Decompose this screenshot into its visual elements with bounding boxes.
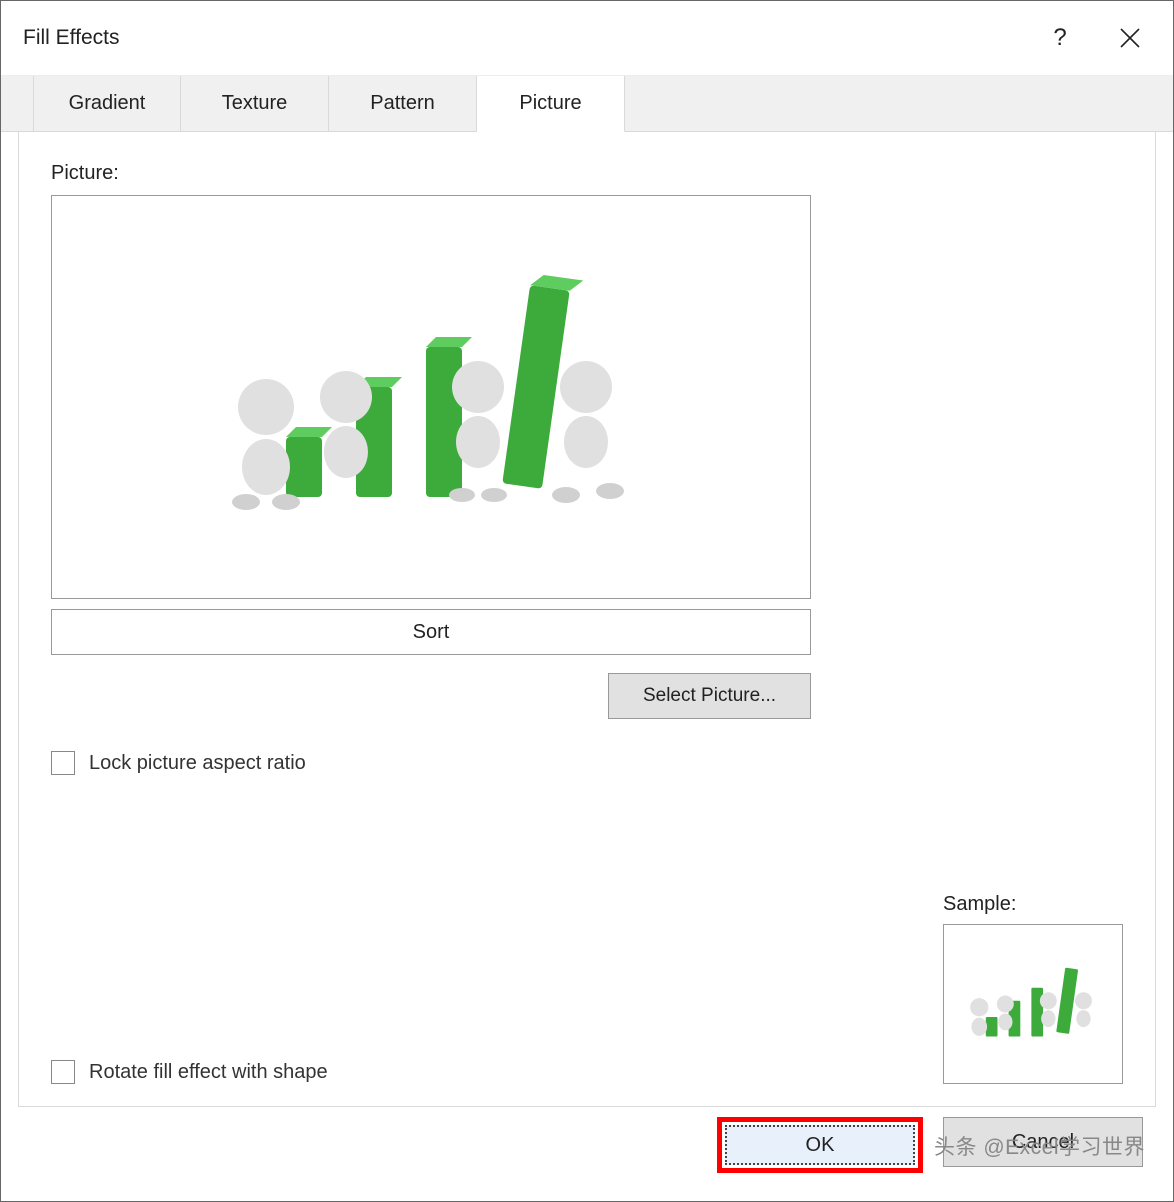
dialog-title: Fill Effects [23,26,1025,50]
picture-preview [51,195,811,599]
preview-image-icon [216,267,646,527]
titlebar: Fill Effects ? [1,1,1173,75]
picture-label: Picture: [51,162,1123,185]
select-picture-button[interactable]: Select Picture... [608,673,811,719]
rotate-label: Rotate fill effect with shape [89,1061,328,1084]
picture-panel: Picture: [18,132,1156,1107]
sample-area: Sample: [943,893,1123,1084]
sort-button[interactable]: Sort [51,609,811,655]
rotate-checkbox-row[interactable]: Rotate fill effect with shape [51,1060,328,1084]
tab-pattern[interactable]: Pattern [329,76,477,131]
tab-picture[interactable]: Picture [477,76,625,132]
tab-gradient[interactable]: Gradient [33,76,181,131]
lock-aspect-checkbox[interactable] [51,751,75,775]
cancel-button[interactable]: Cancel [943,1117,1143,1167]
lock-aspect-label: Lock picture aspect ratio [89,752,306,775]
help-button[interactable]: ? [1025,8,1095,68]
tab-texture[interactable]: Texture [181,76,329,131]
tab-row: Gradient Texture Pattern Picture [1,75,1173,132]
dialog-buttons: OK Cancel [717,1117,1143,1173]
sample-label: Sample: [943,893,1123,916]
close-button[interactable] [1095,8,1165,68]
lock-aspect-checkbox-row[interactable]: Lock picture aspect ratio [51,751,1123,775]
sample-preview [943,924,1123,1084]
ok-button-highlight: OK [717,1117,923,1173]
close-icon [1119,27,1141,49]
sample-image-icon [963,959,1103,1049]
rotate-checkbox[interactable] [51,1060,75,1084]
fill-effects-dialog: Fill Effects ? Gradient Texture Pattern … [0,0,1174,1202]
ok-button[interactable]: OK [725,1125,915,1165]
